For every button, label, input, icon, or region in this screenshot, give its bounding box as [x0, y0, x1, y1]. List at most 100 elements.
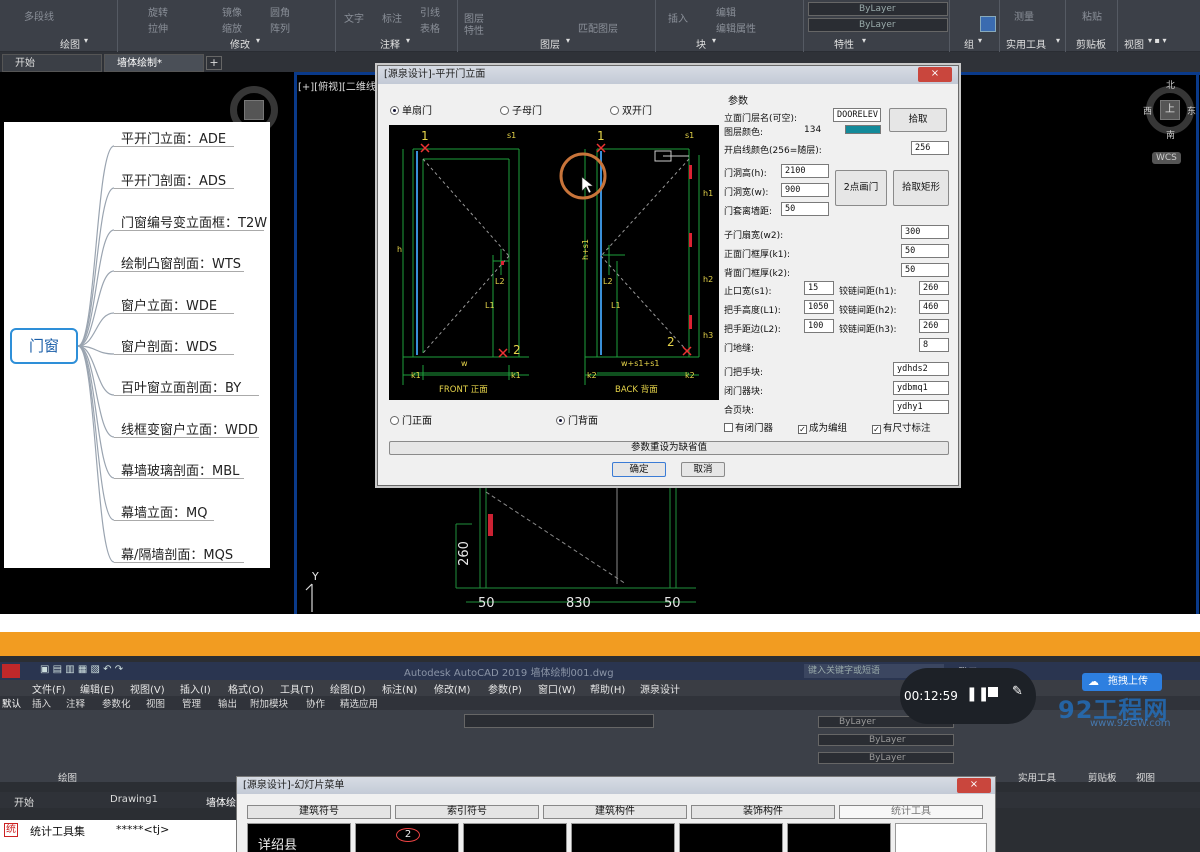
tab-drawing[interactable]: 墙体绘制* [104, 54, 204, 72]
slide-thumbnail[interactable] [895, 823, 987, 852]
slide-thumbnail[interactable] [463, 823, 567, 852]
ribbon-group-draw[interactable]: 多段线 绘图 ▾ [0, 0, 118, 52]
opening-width-input[interactable]: 900 [781, 183, 829, 197]
ribbon-group-groups[interactable]: 组 ▾ [950, 0, 1000, 52]
lineweight-dropdown[interactable]: ByLayer [808, 18, 948, 32]
category-building-symbols[interactable]: 建筑符号 [247, 805, 391, 819]
cancel-button[interactable]: 取消 [681, 462, 725, 477]
back-frame-input[interactable]: 50 [901, 263, 949, 277]
tab-drawing1[interactable]: Drawing1 [110, 794, 158, 805]
handle-block-input[interactable]: ydhds2 [893, 362, 949, 376]
viewport-controls[interactable]: [+][俯视][二维线框 [298, 78, 386, 93]
menu-modify[interactable]: 修改(M) [434, 681, 470, 696]
ok-button[interactable]: 确定 [612, 462, 666, 477]
new-tab-button[interactable]: + [206, 56, 222, 70]
ribbon-group-annotate[interactable]: 文字 标注 引线 表格 注释 ▾ [336, 0, 458, 52]
slide-thumbnail[interactable]: 2 [355, 823, 459, 852]
menu-format[interactable]: 格式(O) [228, 681, 264, 696]
tab-manage[interactable]: 管理 [182, 696, 201, 710]
ribbon-group-utilities[interactable]: 测量 实用工具 ▾ [1000, 0, 1066, 52]
tab-collaborate[interactable]: 协作 [306, 696, 325, 710]
chevron-down-icon[interactable]: ▾ [566, 36, 570, 45]
tab-annotate[interactable]: 注释 [66, 696, 85, 710]
menu-tools[interactable]: 工具(T) [280, 681, 314, 696]
qat-icons[interactable]: ▣ ▤ ▥ ▦ ▧ ↶ ↷ [40, 664, 123, 675]
hinge3-input[interactable]: 260 [919, 319, 949, 333]
reset-defaults-button[interactable]: 参数重设为缺省值 [389, 441, 949, 455]
pick-rectangle-button[interactable]: 拾取矩形 [893, 170, 949, 206]
layer-dropdown[interactable] [464, 714, 654, 728]
menu-view[interactable]: 视图(V) [130, 681, 165, 696]
tab-featured[interactable]: 精选应用 [340, 696, 378, 710]
chevron-down-icon[interactable]: ▾ [84, 36, 88, 45]
pen-icon[interactable]: ✎ [1012, 684, 1023, 699]
ribbon-group-clipboard[interactable]: 粘贴 剪贴板 [1066, 0, 1118, 52]
checkbox-door-closer[interactable]: 有闭门器 [724, 420, 773, 434]
close-button[interactable]: × [957, 778, 991, 793]
slide-thumbnail[interactable] [787, 823, 891, 852]
category-decoration[interactable]: 装饰构件 [691, 805, 835, 819]
close-button[interactable]: × [918, 67, 952, 82]
layer-color-swatch[interactable] [845, 125, 881, 134]
tab-insert[interactable]: 插入 [32, 696, 51, 710]
chevron-down-icon[interactable]: ▾ [256, 36, 260, 45]
chevron-down-icon[interactable]: ▾ [406, 36, 410, 45]
checkbox-make-group[interactable]: ✓ 成为编组 [798, 420, 847, 434]
viewcube-icon[interactable] [244, 100, 264, 120]
hinge1-input[interactable]: 260 [919, 281, 949, 295]
pause-icon[interactable]: ❚❚ [966, 686, 989, 702]
ribbon-group-view[interactable]: 视图 ▾ ▪ ▾ [1118, 0, 1200, 52]
category-index-symbols[interactable]: 索引符号 [395, 805, 539, 819]
slide-thumbnail[interactable] [679, 823, 783, 852]
tab-parametric[interactable]: 参数化 [102, 696, 131, 710]
menu-file[interactable]: 文件(F) [32, 681, 66, 696]
group-icon[interactable] [980, 16, 996, 32]
closer-block-input[interactable]: ydbmq1 [893, 381, 949, 395]
tab-view[interactable]: 视图 [146, 696, 165, 710]
stats-icon[interactable]: 统 [4, 823, 18, 837]
tab-wall[interactable]: 墙体绘 [206, 794, 236, 809]
hinge-block-input[interactable]: ydhy1 [893, 400, 949, 414]
pick-button[interactable]: 拾取 [889, 108, 947, 132]
checkbox-dimensions[interactable]: ✓ 有尺寸标注 [872, 420, 931, 434]
wall-distance-input[interactable]: 50 [781, 202, 829, 216]
radio-door-front[interactable]: 门正面 [390, 412, 432, 427]
opening-height-input[interactable]: 2100 [781, 164, 829, 178]
app-logo-icon[interactable] [2, 664, 20, 678]
layer-name-input[interactable]: DOORELEV [833, 108, 881, 122]
open-line-color-input[interactable]: 256 [911, 141, 949, 155]
viewcube-icon[interactable]: 上 [1160, 100, 1180, 120]
menu-yuanquan[interactable]: 源泉设计 [640, 681, 680, 696]
ribbon-group-block[interactable]: 插入 编辑 编辑属性 块 ▾ [656, 0, 804, 52]
handle-height-input[interactable]: 1050 [804, 300, 834, 314]
wcs-menu-right[interactable]: WCS [1152, 152, 1181, 164]
tab-start[interactable]: 开始 [14, 794, 34, 809]
lineweight-dropdown[interactable]: ByLayer [818, 752, 954, 764]
slide-thumbnail[interactable]: 详绍县 [247, 823, 351, 852]
two-point-door-button[interactable]: 2点画门 [835, 170, 887, 206]
sub-leaf-width-input[interactable]: 300 [901, 225, 949, 239]
radio-mother-door[interactable]: 子母门 [500, 102, 542, 117]
ribbon-group-properties[interactable]: ByLayer ByLayer 特性 ▾ [804, 0, 950, 52]
chevron-down-icon[interactable]: ▾ [1056, 36, 1060, 45]
stop-icon[interactable] [988, 687, 998, 697]
menu-window[interactable]: 窗口(W) [538, 681, 576, 696]
handle-edge-input[interactable]: 100 [804, 319, 834, 333]
category-statistics[interactable]: 统计工具 [839, 805, 983, 819]
chevron-down-icon[interactable]: ▾ [862, 36, 866, 45]
tab-addins[interactable]: 附加模块 [250, 696, 288, 710]
tab-default[interactable]: 默认 [2, 696, 21, 710]
menu-draw[interactable]: 绘图(D) [330, 681, 366, 696]
tab-start[interactable]: 开始 [2, 54, 102, 72]
chevron-down-icon[interactable]: ▾ ▪ ▾ [1148, 36, 1167, 45]
front-frame-input[interactable]: 50 [901, 244, 949, 258]
hinge2-input[interactable]: 460 [919, 300, 949, 314]
ribbon-group-layers[interactable]: 图层 特性 匹配图层 图层 ▾ [458, 0, 656, 52]
radio-door-back[interactable]: 门背面 [556, 412, 598, 427]
chevron-down-icon[interactable]: ▾ [712, 36, 716, 45]
radio-single-door[interactable]: 单扇门 [390, 102, 432, 117]
menu-parametric[interactable]: 参数(P) [488, 681, 522, 696]
linetype-dropdown[interactable]: ByLayer [808, 2, 948, 16]
linetype-dropdown[interactable]: ByLayer [818, 734, 954, 746]
tab-output[interactable]: 输出 [218, 696, 237, 710]
